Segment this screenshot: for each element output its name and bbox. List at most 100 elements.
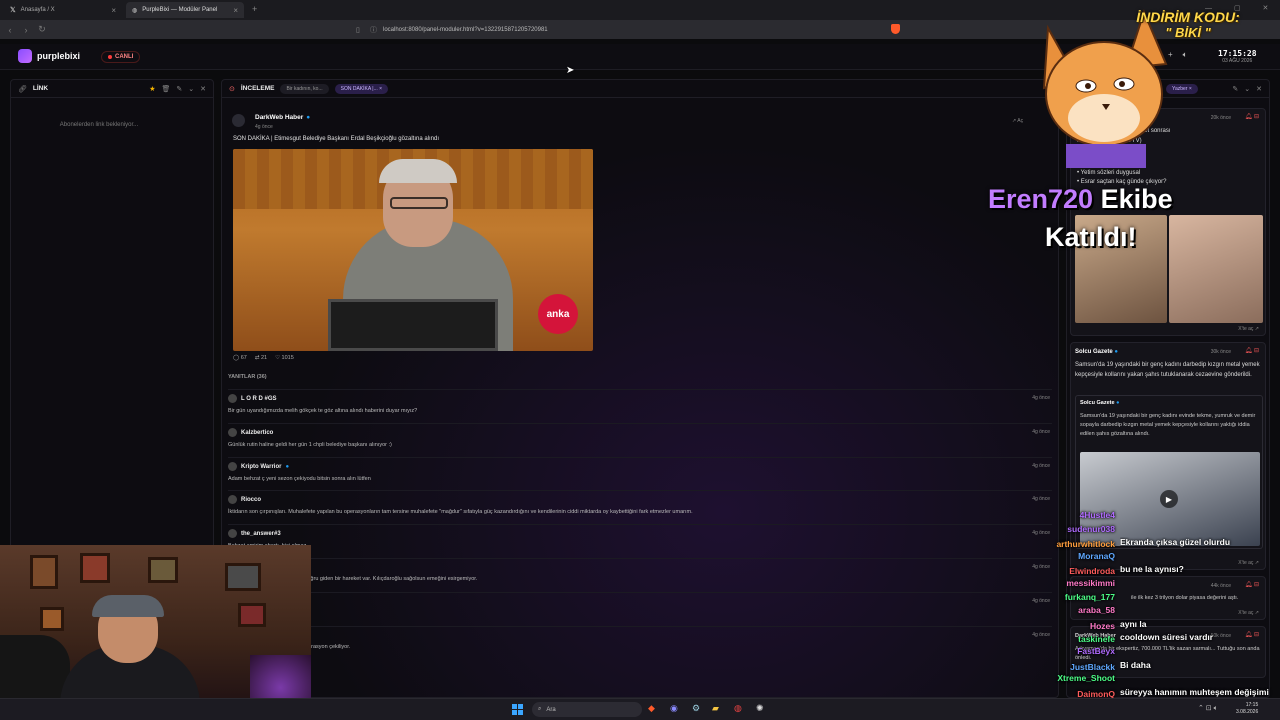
chat-text: Ekranda çıksa güzel olurdu	[1120, 537, 1231, 548]
forward-icon[interactable]: ›	[18, 25, 34, 35]
steam-icon[interactable]: ⚙	[692, 703, 700, 714]
taskbar-time: 17:15	[1245, 702, 1259, 708]
tab-panel[interactable]: ◍ PurpleBixi — Modüler Panel ×	[126, 2, 244, 18]
chat-text: bu ne la aynısı?	[1120, 564, 1184, 575]
post-image[interactable]: anka	[233, 149, 593, 351]
back-icon[interactable]: ‹	[2, 25, 18, 35]
wall-frame	[238, 603, 266, 627]
reply-item[interactable]: Riocco İktidarın son çırpınışları. Muhal…	[228, 490, 1052, 524]
close-icon[interactable]: ×	[379, 86, 382, 92]
folder-icon[interactable]: ▰	[712, 703, 719, 714]
verified-icon: ●	[1116, 400, 1120, 406]
reply-user[interactable]: Kripto Warrior	[241, 464, 281, 470]
reply-item[interactable]: mi almışlar. CHP yi kapatmaya doğru gide…	[228, 558, 1052, 592]
open-x-link[interactable]: X'te aç ↗	[1238, 326, 1259, 332]
close-icon[interactable]: ×	[233, 6, 238, 15]
avatar	[228, 462, 237, 471]
chat-message: FastBeyx	[1077, 646, 1120, 656]
post-author-name[interactable]: DarkWeb Haber	[255, 114, 303, 121]
chat-username: JustBlackk	[1070, 661, 1115, 672]
reply-item[interactable]: ezon çekimleri bitmedi daha 4g önce	[228, 592, 1052, 626]
edit-icon[interactable]: ✎	[1232, 85, 1238, 93]
chat-message: MoranaQ	[1078, 551, 1120, 561]
search-icon: ⊙	[229, 85, 235, 93]
bookmark-icon[interactable]: ▯	[356, 26, 360, 34]
tray-icons[interactable]: ⌃ ⊡ 🔈︎	[1198, 704, 1218, 713]
close-icon[interactable]: ✕	[1256, 85, 1262, 93]
reload-icon[interactable]: ↻	[34, 24, 50, 35]
chat-message: Hozes aynı la	[1090, 619, 1280, 631]
chat-message: Xtreme_Shoot	[1057, 673, 1120, 683]
quote-text: Samsun'da 19 yaşındaki bir genç kadını e…	[1080, 413, 1256, 437]
reply-item[interactable]: Kalzbertico Günlük rutin haline geldi he…	[228, 423, 1052, 457]
tab-x-home[interactable]: 𝕏 Anasayfa / X ×	[4, 2, 122, 18]
brave-icon[interactable]: ◆	[648, 703, 655, 714]
reply-user[interactable]: L O R D #GS	[241, 396, 277, 402]
clock-time: 17:15:28	[1218, 49, 1257, 58]
reply-text: mi almışlar. CHP yi kapatmaya doğru gide…	[228, 576, 478, 582]
card-author-name: Solcu Gazete	[1075, 349, 1113, 355]
like-stat[interactable]: ♡ 1015	[275, 355, 294, 361]
live-label: CANLI	[115, 54, 134, 60]
bell-icon[interactable]: 🔔︎ ⊟	[1245, 347, 1259, 354]
repost-stat[interactable]: ⇄ 21	[255, 355, 267, 361]
taskbar-date: 3.08.2026	[1236, 709, 1259, 715]
live-badge: CANLI	[101, 51, 141, 63]
play-icon[interactable]: ▶	[1160, 490, 1178, 508]
reply-item[interactable]: the_answer#3 Behzat amirim abartı, hiçi …	[228, 524, 1052, 558]
reply-user[interactable]: the_answer#3	[241, 531, 281, 537]
anka-mic-logo: anka	[538, 294, 578, 334]
reply-item[interactable]: hemen bi cehepeli belediyeye operasyon ç…	[228, 626, 1052, 660]
chat-message: arthurwhitlock Ekranda çıksa güzel olurdu	[1056, 537, 1280, 549]
chat-message: taskinefe cooldown süresi vardır	[1078, 632, 1280, 644]
discount-label: İNDİRİM KODU:	[1136, 9, 1240, 25]
join-text: Ekibe	[1100, 184, 1173, 214]
comment-stat[interactable]: ◯ 67	[233, 355, 247, 361]
chat-message: furkanq_177	[1065, 592, 1120, 602]
chat-username: arthurwhitlock	[1056, 539, 1115, 550]
brave-shield-icon[interactable]	[891, 24, 900, 34]
discord-icon[interactable]: ◉	[670, 703, 678, 714]
info-icon: ⓘ	[370, 26, 377, 34]
tab-label: PurpleBixi — Modüler Panel	[142, 7, 218, 13]
taskbar-clock[interactable]: 17:15 3.08.2026	[1236, 702, 1258, 716]
url-text[interactable]: localhost:8080/panel-moduler.html?v=1322…	[383, 27, 548, 33]
chat-username: 4Hustle4	[1079, 510, 1115, 520]
external-link-icon[interactable]: ↗ Aç	[1012, 118, 1023, 124]
reply-time: 4g önce	[1032, 395, 1050, 401]
join-text: Katıldı!	[1045, 222, 1137, 252]
reply-user[interactable]: Kalzbertico	[241, 430, 273, 436]
wall-frame	[30, 555, 58, 589]
edit-icon[interactable]: ✎	[176, 85, 182, 93]
chat-username: FastBeyx	[1077, 646, 1115, 656]
windows-start-icon[interactable]	[512, 704, 523, 715]
wall-frame	[40, 607, 64, 631]
chevron-down-icon[interactable]: ⌄	[1244, 85, 1250, 93]
reply-text: Adam behzat ç yeni sezon çekiyodu bitsin…	[228, 476, 371, 482]
new-tab-icon[interactable]: +	[252, 4, 257, 14]
bell-icon[interactable]: 🔔︎ ⊟	[1245, 113, 1259, 120]
close-icon[interactable]: ✕	[200, 85, 206, 93]
post-author[interactable]: DarkWeb Haber ●	[255, 114, 310, 121]
card-author[interactable]: Solcu Gazete ●	[1075, 349, 1118, 355]
reply-user[interactable]: Riocco	[241, 497, 261, 503]
close-icon[interactable]: ×	[111, 6, 116, 15]
reply-item[interactable]: Kripto Warrior ● Adam behzat ç yeni sezon…	[228, 457, 1052, 490]
reply-item[interactable]: L O R D #GS Bir gün uyandığımızda melih …	[228, 389, 1052, 423]
chatgpt-icon[interactable]: ✺	[756, 703, 764, 714]
chip-label: SON DAKİKA |...	[340, 85, 378, 92]
chevron-down-icon[interactable]: ⌄	[188, 85, 194, 93]
search-icon: ⌕	[538, 706, 542, 712]
reply-text: Günlük rutin haline geldi her gün 1 chpl…	[228, 442, 392, 448]
star-icon[interactable]: ★	[149, 85, 155, 93]
trash-icon[interactable]: 🗑︎	[161, 85, 170, 93]
taskbar-search[interactable]: ⌕ Ara	[532, 702, 642, 717]
reply-text: İktidarın son çırpınışları. Muhalefete y…	[228, 509, 693, 515]
url-bar[interactable]: ▯ ⓘ localhost:8080/panel-moduler.html?v=…	[356, 23, 900, 36]
verified-icon: ●	[285, 463, 290, 470]
obs-icon[interactable]: ◍	[734, 703, 742, 714]
repost-icon: ⇄	[254, 355, 260, 361]
review-chip-active[interactable]: SON DAKİKA |... ×	[334, 83, 389, 94]
reply-text: hemen bi cehepeli belediyeye operasyon ç…	[228, 644, 351, 650]
review-chip[interactable]: Bir kadının, ko...	[280, 83, 329, 94]
